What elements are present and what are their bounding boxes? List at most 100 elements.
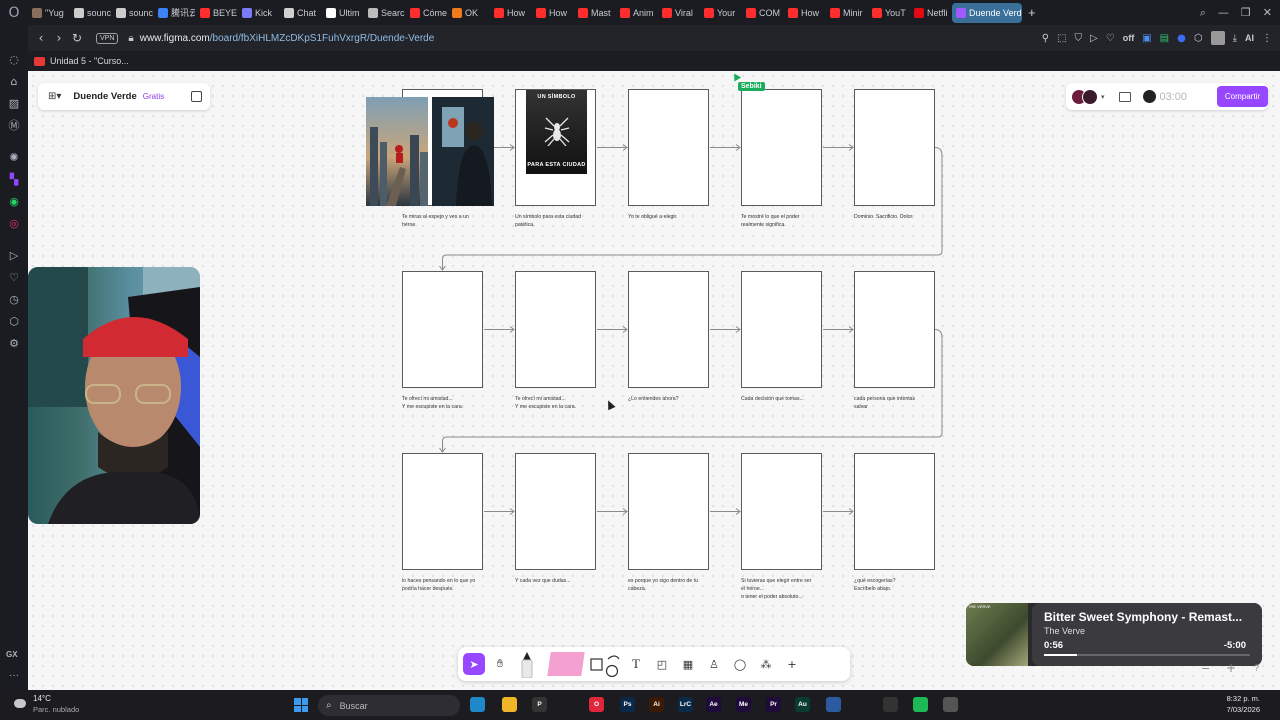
reload-icon[interactable]: ↻	[68, 31, 86, 45]
browser-tab[interactable]: YouT	[868, 3, 909, 23]
premiere-taskbar-icon[interactable]: Pr	[766, 697, 781, 712]
p-app-taskbar-icon[interactable]: P	[532, 697, 547, 712]
comment-tool-icon[interactable]: ◯	[729, 653, 751, 675]
settings-icon[interactable]: ⚙	[6, 335, 22, 351]
aria-ai-button[interactable]: AI	[1245, 33, 1254, 43]
back-icon[interactable]: ‹	[32, 31, 50, 45]
heart-icon[interactable]: ♡	[1106, 33, 1115, 44]
storyboard-frame[interactable]	[741, 271, 822, 388]
browser-tab[interactable]: Minir	[826, 3, 867, 23]
app-window-taskbar-icon[interactable]	[943, 697, 958, 712]
frame-caption[interactable]: es porque yo sigo dentro de tu cabeza.	[628, 577, 724, 593]
lightroom-taskbar-icon[interactable]: LrC	[678, 697, 693, 712]
home-icon[interactable]: ⌂	[6, 73, 22, 89]
extensions-sidebar-icon[interactable]: ⬡	[6, 313, 22, 329]
browser-tab[interactable]: How	[532, 3, 573, 23]
clock-date[interactable]: 7/03/2026	[1227, 705, 1260, 714]
illustrator-taskbar-icon[interactable]: Ai	[649, 697, 664, 712]
chatgpt-icon[interactable]: ✺	[6, 149, 22, 165]
pin-icon[interactable]: ⚲	[1042, 33, 1049, 44]
browser-tab[interactable]: COM	[742, 3, 783, 23]
frame-caption[interactable]: Y cada vez que dudas...	[515, 577, 611, 585]
minimize-icon[interactable]: —	[1218, 6, 1229, 19]
extension-green-icon[interactable]: ▤	[1160, 33, 1169, 44]
profile-avatar[interactable]	[1210, 31, 1225, 45]
marker-tool-icon[interactable]	[515, 650, 539, 678]
help-icon[interactable]: ?	[1254, 663, 1259, 673]
widgets-tool-icon[interactable]: ⁂	[755, 653, 777, 675]
storyboard-frame[interactable]	[741, 89, 822, 206]
tool-m-icon[interactable]: Ⓜ	[6, 117, 22, 133]
frame-caption[interactable]: ¿Lo entiendes ahora?	[628, 395, 724, 403]
text-tool-icon[interactable]: T	[625, 653, 647, 675]
obs-taskbar-icon[interactable]	[883, 697, 898, 712]
frame-caption[interactable]: Dominio. Sacrificio. Dolor.	[854, 213, 950, 221]
storyboard-frame[interactable]	[628, 453, 709, 570]
frame-caption[interactable]: Si tuvieras que elegir entre ser el héro…	[741, 577, 837, 601]
download-icon[interactable]: ⤓	[1233, 33, 1237, 44]
frame-caption[interactable]: Te ofrecí mi amistad... Y me escupiste e…	[402, 395, 498, 411]
twitch-icon[interactable]: ▚	[6, 171, 22, 187]
instagram-icon[interactable]: ◎	[6, 215, 22, 231]
snapshot-icon[interactable]: ⬚	[1057, 33, 1066, 44]
table-tool-icon[interactable]: ▦	[677, 653, 699, 675]
storyboard-frame[interactable]	[515, 271, 596, 388]
browser-tab[interactable]: How	[784, 3, 825, 23]
browser-tab[interactable]: Duende Verde	[952, 2, 1022, 23]
zoom-in-icon[interactable]: +	[1226, 661, 1236, 675]
browser-tab[interactable]: sounc	[70, 3, 111, 23]
history-icon[interactable]: ◷	[6, 291, 22, 307]
bookmark-item[interactable]: Unidad 5 - "Curso...	[50, 56, 129, 66]
weather-description[interactable]: Parc. nublado	[33, 705, 79, 714]
new-tab-button[interactable]: +	[1022, 5, 1042, 20]
translate-icon[interactable]: ▣	[1142, 33, 1151, 44]
browser-tab[interactable]: 騰讯云	[154, 3, 195, 23]
close-icon[interactable]: ✕	[1263, 6, 1272, 19]
browser-tab[interactable]: OK	[448, 3, 489, 23]
browser-tab[interactable]: "Yug	[28, 3, 69, 23]
browser-tab[interactable]: Searc	[364, 3, 405, 23]
url-field[interactable]: www.figma.com/board/fbXiHLMZcDKpS1FuhVxr…	[140, 33, 435, 44]
weather-temperature[interactable]: 14°C	[33, 694, 51, 703]
frame-caption[interactable]: Te mostré lo que el poder realmente sign…	[741, 213, 837, 229]
browser-tab[interactable]: Ultim	[322, 3, 363, 23]
frame-caption[interactable]: Yo te obligué a elegir.	[628, 213, 724, 221]
browser-tab[interactable]: Anim	[616, 3, 657, 23]
whatsapp-icon[interactable]: ◉	[6, 193, 22, 209]
images-icon[interactable]: ▨	[6, 95, 22, 111]
lock-icon[interactable]: 🔒︎	[128, 33, 133, 44]
opera-taskbar-icon[interactable]: O	[589, 697, 604, 712]
browser-tab[interactable]: Mast	[574, 3, 615, 23]
frame-caption[interactable]: lo haces pensando en lo que yo podría ha…	[402, 577, 498, 593]
more-tools-icon[interactable]: +	[781, 653, 803, 675]
frame-caption[interactable]: cada persona que intentas salvar	[854, 395, 950, 411]
favorites-icon[interactable]: ♡	[6, 269, 22, 285]
figjam-canvas[interactable]: ⊞▾ Duende Verde Gratis ▾ 03:00 Compartir	[28, 71, 1280, 690]
frame-caption[interactable]: Un símbolo para esta ciudad patética.	[515, 213, 611, 229]
shapes-tool[interactable]	[587, 651, 621, 678]
edge-taskbar-icon[interactable]	[470, 697, 485, 712]
browser-tab[interactable]: Netfli	[910, 3, 951, 23]
storyboard-frame[interactable]	[854, 271, 935, 388]
shield-icon[interactable]: ⛉	[1075, 33, 1083, 44]
start-button[interactable]	[294, 698, 308, 712]
storyboard-frame[interactable]	[402, 271, 483, 388]
extensions-icon[interactable]: ⬡	[1194, 33, 1203, 44]
browser-tab[interactable]: How	[490, 3, 531, 23]
file-explorer-taskbar-icon[interactable]	[502, 697, 517, 712]
audition-taskbar-icon[interactable]: Au	[795, 697, 810, 712]
browser-tab[interactable]: sounc	[112, 3, 153, 23]
after-effects-taskbar-icon[interactable]: Ae	[706, 697, 721, 712]
taskbar-search[interactable]: ⌕ Buscar	[318, 695, 460, 716]
section-tool-icon[interactable]: ◰	[651, 653, 673, 675]
player-icon[interactable]: ▷	[6, 247, 22, 263]
menu-icon[interactable]: ⋮	[1262, 33, 1272, 44]
frame-caption[interactable]: Te miras al espejo y ves a un héroe.	[402, 213, 498, 229]
aria-icon[interactable]: ◌	[6, 51, 22, 67]
media-encoder-taskbar-icon[interactable]: Me	[736, 697, 751, 712]
select-tool-icon[interactable]: ➤	[463, 653, 485, 675]
spotify-taskbar-icon[interactable]	[913, 697, 928, 712]
storyboard-frame[interactable]	[515, 453, 596, 570]
more-icon[interactable]: ···	[9, 670, 19, 681]
cloud-icon[interactable]	[14, 699, 26, 708]
